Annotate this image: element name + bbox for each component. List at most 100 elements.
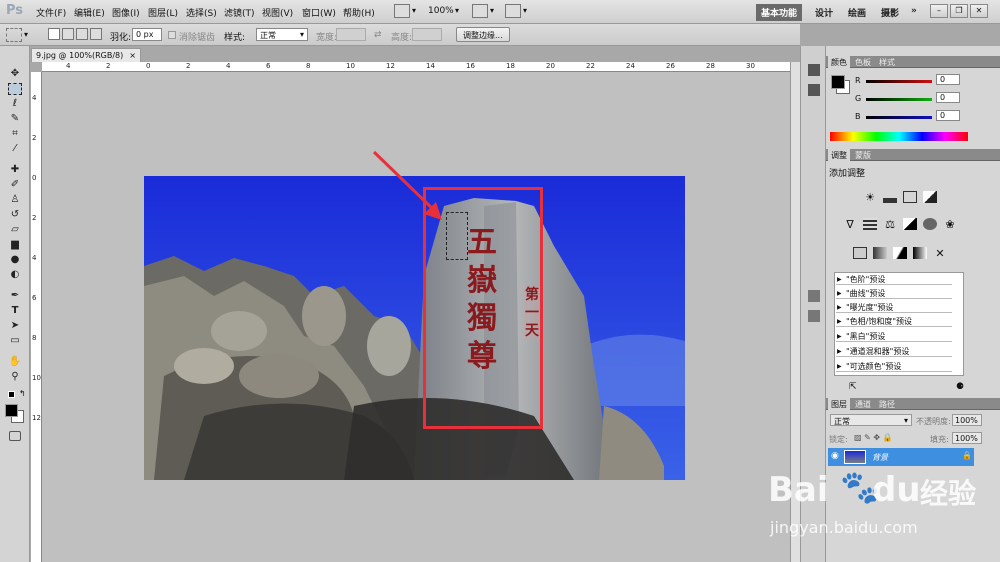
arrange-documents-icon[interactable] [472,4,488,18]
antialias-checkbox[interactable] [168,31,176,39]
gradient-map-icon[interactable] [913,247,927,259]
threshold-icon[interactable] [893,247,907,259]
workspace-photography[interactable]: 摄影 [876,4,904,21]
levels-icon[interactable] [883,191,897,203]
return-icon[interactable]: ⇱ [849,382,857,392]
channel-b-value[interactable]: 0 [936,110,960,121]
color-spectrum-bar[interactable] [830,132,968,141]
swap-icon[interactable]: ⇄ [374,30,382,40]
workspace-more-icon[interactable]: » [906,4,922,18]
feather-input[interactable]: 0 px [132,28,162,41]
menu-filter[interactable]: 滤镜(T) [224,6,255,19]
blur-tool-icon[interactable]: ● [8,254,22,266]
preset-curves[interactable]: "曲线"预设 [836,289,952,299]
posterize-icon[interactable] [873,247,887,259]
tab-layers[interactable]: 图层 [828,398,850,410]
close-icon[interactable]: ✕ [970,4,988,18]
vibrance-icon[interactable]: ∇ [843,218,857,231]
subtract-selection-icon[interactable] [76,28,88,40]
new-selection-icon[interactable] [48,28,60,40]
preset-black-white[interactable]: "黑白"预设 [836,332,952,342]
restore-icon[interactable]: ❐ [950,4,968,18]
default-colors-icon[interactable] [8,391,15,398]
tab-masks[interactable]: 蒙版 [852,149,874,161]
path-select-tool-icon[interactable]: ➤ [8,320,22,332]
move-tool-icon[interactable]: ✥ [8,68,22,80]
tab-adjustments[interactable]: 调整 [828,149,850,161]
zoom-level[interactable]: 100% [428,6,454,16]
panel-options-icon[interactable]: ⚈ [956,382,964,392]
channel-g-slider[interactable] [866,98,932,101]
blend-mode-select[interactable]: 正常 ▾ [830,414,912,426]
menu-image[interactable]: 图像(I) [112,6,140,19]
width-input[interactable] [336,28,366,41]
rect-marquee-tool-icon[interactable] [8,83,22,95]
hand-tool-icon[interactable]: ✋ [8,356,22,368]
swap-colors-icon[interactable]: ↰ [19,389,26,398]
workspace-painting[interactable]: 绘画 [843,4,871,21]
brush-tool-icon[interactable]: ✐ [8,179,22,191]
menu-edit[interactable]: 编辑(E) [74,6,105,19]
channel-b-slider[interactable] [866,116,932,119]
photo-filter-icon[interactable] [923,218,937,230]
eye-icon[interactable]: ◉ [831,451,839,461]
fill-input[interactable]: 100% [952,432,982,444]
chevron-down-icon[interactable]: ▾ [455,6,459,15]
menu-layer[interactable]: 图层(L) [148,6,178,19]
gradient-tool-icon[interactable]: ▆ [8,239,22,251]
clone-stamp-tool-icon[interactable]: ♙ [8,194,22,206]
preset-hue-saturation[interactable]: "色相/饱和度"预设 [836,317,952,327]
invert-icon[interactable] [853,247,867,259]
chevron-down-icon[interactable]: ▾ [490,6,494,15]
tab-channels[interactable]: 通道 [852,398,874,410]
history-panel-icon[interactable] [808,64,820,76]
hue-saturation-icon[interactable] [863,218,877,230]
preset-selective-color[interactable]: "可选颜色"预设 [836,362,952,372]
close-icon[interactable]: × [129,51,136,60]
healing-brush-tool-icon[interactable]: ✚ [8,164,22,176]
screen-mode-icon[interactable] [394,4,410,18]
tab-paths[interactable]: 路径 [876,398,898,410]
brightness-icon[interactable]: ☀ [863,191,877,204]
black-white-icon[interactable] [903,218,917,230]
add-selection-icon[interactable] [62,28,74,40]
pen-tool-icon[interactable]: ✒ [8,290,22,302]
selective-color-icon[interactable]: ✕ [933,247,947,260]
menu-select[interactable]: 选择(S) [186,6,217,19]
eraser-tool-icon[interactable]: ▱ [8,224,22,236]
quick-select-tool-icon[interactable]: ✎ [8,113,22,125]
chevron-down-icon[interactable]: ▾ [523,6,527,15]
eyedropper-tool-icon[interactable]: ⁄ [8,143,22,155]
style-select[interactable]: 正常 ▾ [256,28,308,41]
menu-window[interactable]: 窗口(W) [302,6,336,19]
screen-mode-toggle-icon[interactable] [505,4,521,18]
menu-help[interactable]: 帮助(H) [343,6,375,19]
actions-panel-icon[interactable] [808,84,820,96]
info-panel-icon[interactable] [808,290,820,302]
lasso-tool-icon[interactable]: ℓ [8,98,22,110]
menu-view[interactable]: 视图(V) [262,6,293,19]
preset-levels[interactable]: "色阶"预设 [836,275,952,285]
layer-row[interactable]: ◉ 背景 🔒 [828,448,974,466]
preset-exposure[interactable]: "曝光度"预设 [836,303,952,313]
crop-tool-icon[interactable]: ⌗ [8,128,22,140]
channel-r-value[interactable]: 0 [936,74,960,85]
workspace-design[interactable]: 设计 [810,4,838,21]
exposure-icon[interactable] [923,191,937,203]
foreground-color-swatch[interactable] [831,75,845,89]
foreground-color-swatch[interactable] [5,404,18,417]
tab-swatches[interactable]: 色板 [852,56,874,68]
refine-edge-button[interactable]: 调整边缘... [456,27,510,42]
rect-marquee-preset-icon[interactable] [6,28,22,42]
shape-tool-icon[interactable]: ▭ [8,335,22,347]
history-brush-tool-icon[interactable]: ↺ [8,209,22,221]
tab-color[interactable]: 颜色 [828,56,850,68]
channel-mixer-icon[interactable]: ❀ [943,218,957,231]
minimize-icon[interactable]: – [930,4,948,18]
document-tab[interactable]: 9.jpg @ 100%(RGB/8) × [31,48,141,62]
quick-mask-icon[interactable] [9,431,21,441]
paragraph-panel-icon[interactable] [808,310,820,322]
zoom-tool-icon[interactable]: ⚲ [8,371,22,383]
height-input[interactable] [412,28,442,41]
color-balance-icon[interactable]: ⚖ [883,218,897,231]
